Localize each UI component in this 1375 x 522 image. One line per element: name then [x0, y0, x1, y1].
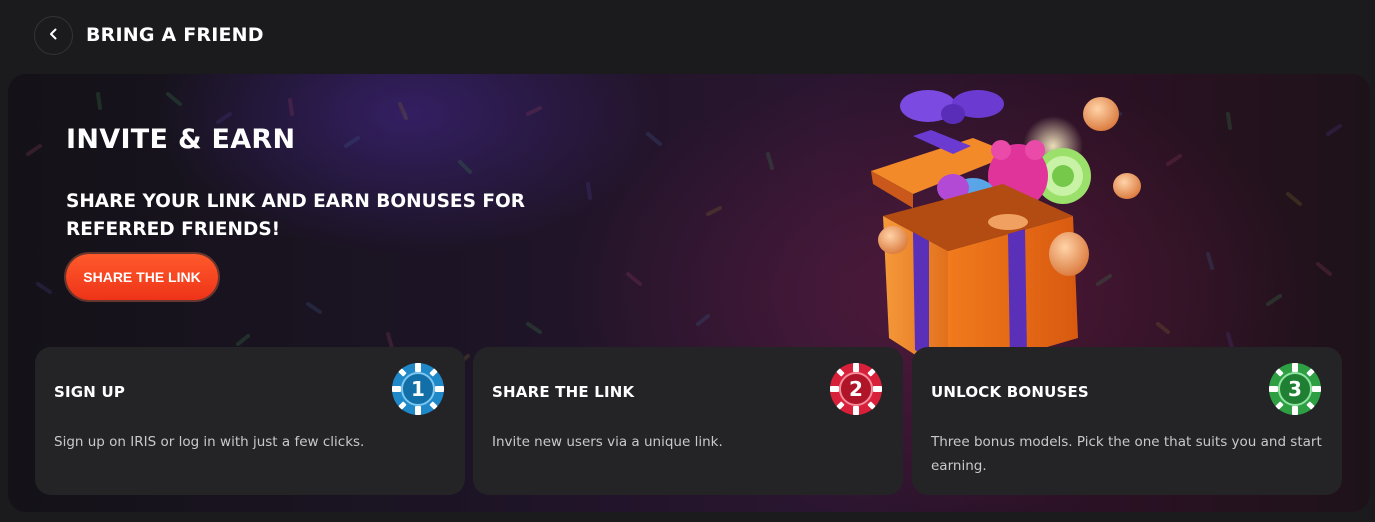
hero-subtitle: SHARE YOUR LINK AND EARN BONUSES FOR REF…: [66, 191, 525, 240]
step-card-unlock-bonuses: UNLOCK BONUSES Three bonus models. Pick …: [912, 347, 1342, 495]
step-card-sign-up: SIGN UP Sign up on IRIS or log in with j…: [35, 347, 465, 495]
poker-chip-2-icon: 2: [830, 363, 882, 415]
step-description: Invite new users via a unique link.: [492, 434, 723, 450]
back-button[interactable]: [34, 16, 73, 55]
hero-title: INVITE & EARN: [66, 124, 296, 155]
step-description: Three bonus models. Pick the one that su…: [931, 434, 1322, 474]
chevron-left-icon: [47, 26, 61, 45]
poker-chip-3-icon: 3: [1269, 363, 1321, 415]
top-bar: BRING A FRIEND: [0, 0, 1375, 72]
page-title: BRING A FRIEND: [86, 24, 264, 46]
step-title: UNLOCK BONUSES: [931, 383, 1089, 401]
poker-chip-1-icon: 1: [392, 363, 444, 415]
step-description: Sign up on IRIS or log in with just a fe…: [54, 434, 365, 450]
step-title: SHARE THE LINK: [492, 383, 635, 401]
step-card-share-link: SHARE THE LINK Invite new users via a un…: [473, 347, 903, 495]
gift-box-illustration: [871, 90, 1141, 376]
svg-text:2: 2: [849, 377, 863, 401]
svg-text:3: 3: [1288, 377, 1302, 401]
svg-text:1: 1: [411, 377, 425, 401]
step-title: SIGN UP: [54, 383, 126, 401]
share-link-button[interactable]: SHARE THE LINK: [66, 254, 218, 300]
